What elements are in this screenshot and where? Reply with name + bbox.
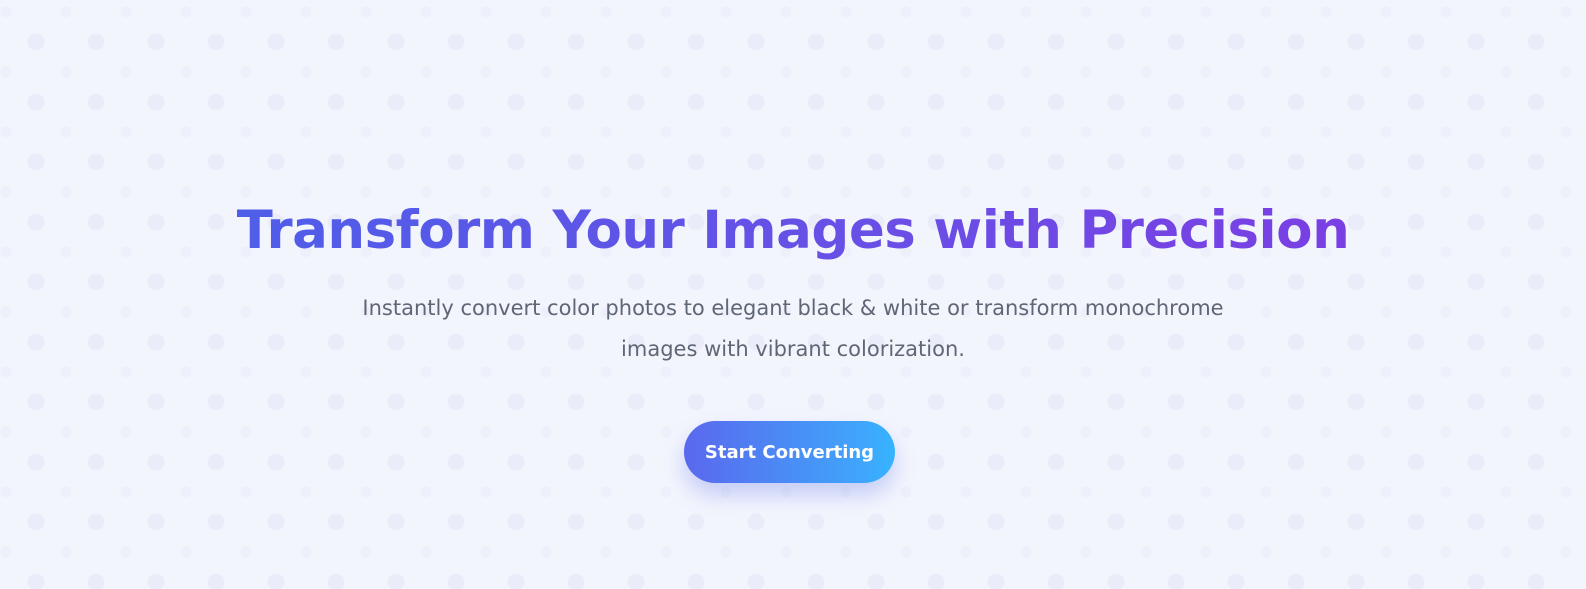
hero-subtitle: Instantly convert color photos to elegan… (362, 296, 1224, 361)
hero-section: Transform Your Images with Precision Ins… (0, 0, 1586, 589)
hero-title: Transform Your Images with Precision (0, 196, 1586, 266)
hero-title-text: Transform Your Images with Precision (236, 200, 1350, 261)
start-converting-button[interactable]: Start Converting (684, 421, 895, 483)
